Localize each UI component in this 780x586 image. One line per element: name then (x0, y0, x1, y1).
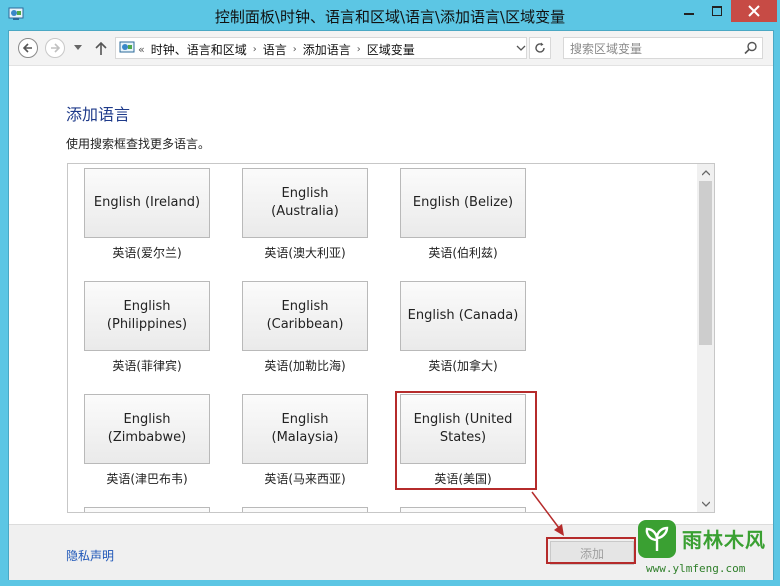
scroll-up-button[interactable] (697, 164, 714, 181)
arrow-up-icon (95, 41, 107, 55)
forward-button[interactable] (45, 38, 65, 58)
annotation-arrow-icon (531, 491, 564, 536)
language-tile-label: 英语(爱尔兰) (112, 246, 182, 260)
language-tile-partial[interactable] (84, 507, 210, 512)
refresh-icon (535, 42, 545, 53)
minimize-button[interactable] (676, 0, 702, 22)
watermark-url: www.ylmfeng.com (646, 562, 746, 575)
language-tile[interactable]: English (Philippines) 英语(菲律宾) (84, 281, 210, 374)
address-bar[interactable]: « 时钟、语言和区域 › 语言 › 添加语言 › 区域变量 (115, 37, 527, 59)
language-tile-label: 英语(澳大利亚) (264, 246, 346, 260)
arrow-left-icon (22, 43, 32, 53)
up-button[interactable] (93, 38, 109, 58)
language-tile-label: 英语(加勒比海) (264, 359, 346, 373)
language-tile-label: 英语(津巴布韦) (106, 472, 188, 486)
scroll-thumb[interactable] (699, 181, 712, 345)
breadcrumb-overflow[interactable]: « (138, 43, 145, 56)
back-button[interactable] (18, 38, 38, 58)
privacy-statement-link[interactable]: 隐私声明 (66, 547, 114, 564)
client-area: « 时钟、语言和区域 › 语言 › 添加语言 › 区域变量 添加语 (8, 30, 774, 580)
search-input[interactable] (568, 40, 742, 58)
search-icon[interactable] (744, 41, 758, 55)
selection-highlight-box (395, 391, 537, 490)
breadcrumb-separator-icon[interactable]: › (253, 44, 257, 55)
chevron-down-icon (74, 45, 82, 50)
watermark-logo-icon (638, 520, 676, 558)
language-tile-name[interactable]: English (Ireland) (84, 168, 210, 238)
instruction-text: 使用搜索框查找更多语言。 (66, 137, 211, 151)
breadcrumb-separator-icon[interactable]: › (357, 44, 361, 55)
minimize-icon (684, 13, 694, 15)
language-tile[interactable]: English (Zimbabwe) 英语(津巴布韦) (84, 394, 210, 487)
close-icon (748, 5, 760, 17)
language-tile[interactable]: English (Ireland) 英语(爱尔兰) (84, 168, 210, 261)
language-tile-name[interactable]: English (Malaysia) (242, 394, 368, 464)
language-tile[interactable]: English (Caribbean) 英语(加勒比海) (242, 281, 368, 374)
breadcrumb: « 时钟、语言和区域 › 语言 › 添加语言 › 区域变量 (138, 41, 415, 57)
language-list[interactable]: English (Ireland) 英语(爱尔兰) English (Austr… (67, 163, 715, 513)
watermark: 雨林木风 www.ylmfeng.com (636, 518, 780, 586)
language-tile[interactable]: English (Australia) 英语(澳大利亚) (242, 168, 368, 261)
language-tile-label: 英语(加拿大) (428, 359, 498, 373)
chevron-up-icon (701, 169, 710, 175)
address-dropdown-icon[interactable] (516, 43, 526, 53)
arrow-right-icon (51, 43, 61, 53)
vertical-scrollbar[interactable] (697, 164, 714, 512)
recent-locations-button[interactable] (72, 39, 84, 57)
title-bar[interactable]: 控制面板\时钟、语言和区域\语言\添加语言\区域变量 (0, 0, 780, 30)
language-tile-name[interactable]: English (Philippines) (84, 281, 210, 351)
page-title: 添加语言 (66, 105, 131, 124)
close-button[interactable] (731, 0, 777, 22)
chevron-down-icon (701, 501, 710, 507)
control-panel-icon (119, 41, 135, 53)
language-tile[interactable]: English (Belize) 英语(伯利兹) (400, 168, 526, 261)
language-tile-name[interactable]: English (Belize) (400, 168, 526, 238)
control-panel-window: 控制面板\时钟、语言和区域\语言\添加语言\区域变量 « 时钟、语言和区域 › … (0, 0, 780, 586)
watermark-name: 雨林木风 (682, 528, 766, 552)
language-tile-name[interactable]: English (Australia) (242, 168, 368, 238)
breadcrumb-item[interactable]: 语言 (263, 41, 287, 58)
language-tile-label: 英语(菲律宾) (112, 359, 182, 373)
language-tile-name[interactable]: English (Canada) (400, 281, 526, 351)
breadcrumb-item[interactable]: 时钟、语言和区域 (151, 41, 247, 58)
language-tile-label: 英语(马来西亚) (264, 472, 346, 486)
language-tile[interactable]: English (Canada) 英语(加拿大) (400, 281, 526, 374)
maximize-button[interactable] (704, 0, 730, 22)
language-tile[interactable]: English (Malaysia) 英语(马来西亚) (242, 394, 368, 487)
language-tile-partial[interactable] (400, 507, 526, 512)
window-title: 控制面板\时钟、语言和区域\语言\添加语言\区域变量 (214, 8, 566, 26)
main-content: 添加语言 使用搜索框查找更多语言。 English (Ireland) 英语(爱… (9, 66, 773, 524)
refresh-button[interactable] (529, 37, 551, 59)
breadcrumb-item[interactable]: 添加语言 (303, 41, 351, 58)
maximize-icon (712, 6, 722, 16)
language-tile-name[interactable]: English (Zimbabwe) (84, 394, 210, 464)
search-box[interactable] (563, 37, 763, 59)
breadcrumb-separator-icon[interactable]: › (293, 44, 297, 55)
language-tile-partial[interactable] (242, 507, 368, 512)
scroll-down-button[interactable] (697, 495, 714, 512)
breadcrumb-item[interactable]: 区域变量 (367, 41, 415, 58)
language-tile-label: 英语(伯利兹) (428, 246, 498, 260)
navigation-bar: « 时钟、语言和区域 › 语言 › 添加语言 › 区域变量 (9, 31, 773, 66)
language-tile-name[interactable]: English (Caribbean) (242, 281, 368, 351)
